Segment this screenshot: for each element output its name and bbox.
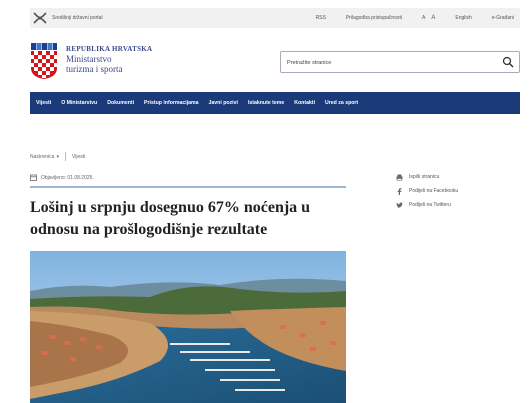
main-navigation: Vijesti O Ministarstvu Dokumenti Pristup…	[30, 92, 520, 114]
print-page-label: Ispiši stranicu	[409, 174, 440, 180]
nav-item-ured-za-sport[interactable]: Ured za sport	[325, 100, 358, 106]
breadcrumb: Naslovnica ▾ Vijesti	[30, 152, 85, 161]
rss-link[interactable]: RSS	[316, 15, 326, 21]
printer-icon	[396, 174, 403, 181]
font-increase-link[interactable]: A	[431, 15, 435, 21]
share-facebook-link[interactable]: Podijeli na Facebooku	[396, 184, 458, 198]
share-panel: Ispiši stranicu Podijeli na Facebooku Po…	[396, 170, 458, 212]
facebook-icon	[397, 187, 402, 195]
nav-item-istaknute-teme[interactable]: Istaknute teme	[248, 100, 284, 106]
portal-label: Središnji državni portal	[52, 15, 103, 21]
breadcrumb-divider	[64, 152, 66, 161]
ministry-line3: turizma i sporta	[66, 64, 123, 74]
nav-item-pristup-informacijama[interactable]: Pristup informacijama	[144, 100, 198, 106]
nav-item-o-ministarstvu[interactable]: O Ministarstvu	[61, 100, 97, 106]
english-link[interactable]: English	[455, 15, 471, 21]
search-input[interactable]	[287, 56, 487, 69]
gov-portal-icon	[33, 12, 47, 24]
nav-item-kontakti[interactable]: Kontakti	[294, 100, 315, 106]
share-twitter-link[interactable]: Podijeli na Twitteru	[396, 198, 458, 212]
article-title: Lošinj u srpnju dosegnuo 67% noćenja u o…	[30, 199, 311, 238]
calendar-icon	[30, 174, 37, 181]
portal-link[interactable]: Središnji državni portal	[33, 12, 103, 24]
print-page-link[interactable]: Ispiši stranicu	[396, 170, 458, 184]
share-twitter-label: Podijeli na Twitteru	[409, 202, 451, 208]
nav-item-dokumenti[interactable]: Dokumenti	[107, 100, 134, 106]
search-icon[interactable]	[502, 56, 514, 68]
share-facebook-label: Podijeli na Facebooku	[409, 188, 459, 194]
top-utility-bar: Središnji državni portal RSS Prilagodba …	[30, 8, 520, 28]
publish-date: Objavljeno: 01.08.2025.	[30, 174, 94, 181]
ministry-name[interactable]: REPUBLIKA HRVATSKA Ministarstvo turizma …	[66, 44, 152, 74]
date-underline	[30, 186, 346, 188]
twitter-icon	[396, 202, 403, 208]
e-gradani-link[interactable]: e-Građani	[492, 15, 514, 21]
ministry-line2: Ministarstvo	[66, 54, 112, 64]
site-header: REPUBLIKA HRVATSKA Ministarstvo turizma …	[30, 38, 520, 86]
chevron-down-icon[interactable]: ▾	[56, 154, 59, 160]
croatian-coat-of-arms-logo[interactable]	[30, 42, 58, 80]
publish-date-text: Objavljeno: 01.08.2025.	[41, 174, 94, 181]
nav-item-vijesti[interactable]: Vijesti	[36, 100, 51, 106]
font-decrease-link[interactable]: A	[422, 15, 425, 21]
nav-item-javni-pozivi[interactable]: Javni pozivi	[209, 100, 238, 106]
search-box	[280, 51, 520, 73]
breadcrumb-home[interactable]: Naslovnica	[30, 154, 54, 160]
ministry-line1: REPUBLIKA HRVATSKA	[66, 45, 153, 53]
breadcrumb-current: Vijesti	[71, 153, 86, 160]
article-photo	[30, 251, 346, 403]
accessibility-link[interactable]: Prilagodba pristupačnosti	[346, 15, 402, 21]
